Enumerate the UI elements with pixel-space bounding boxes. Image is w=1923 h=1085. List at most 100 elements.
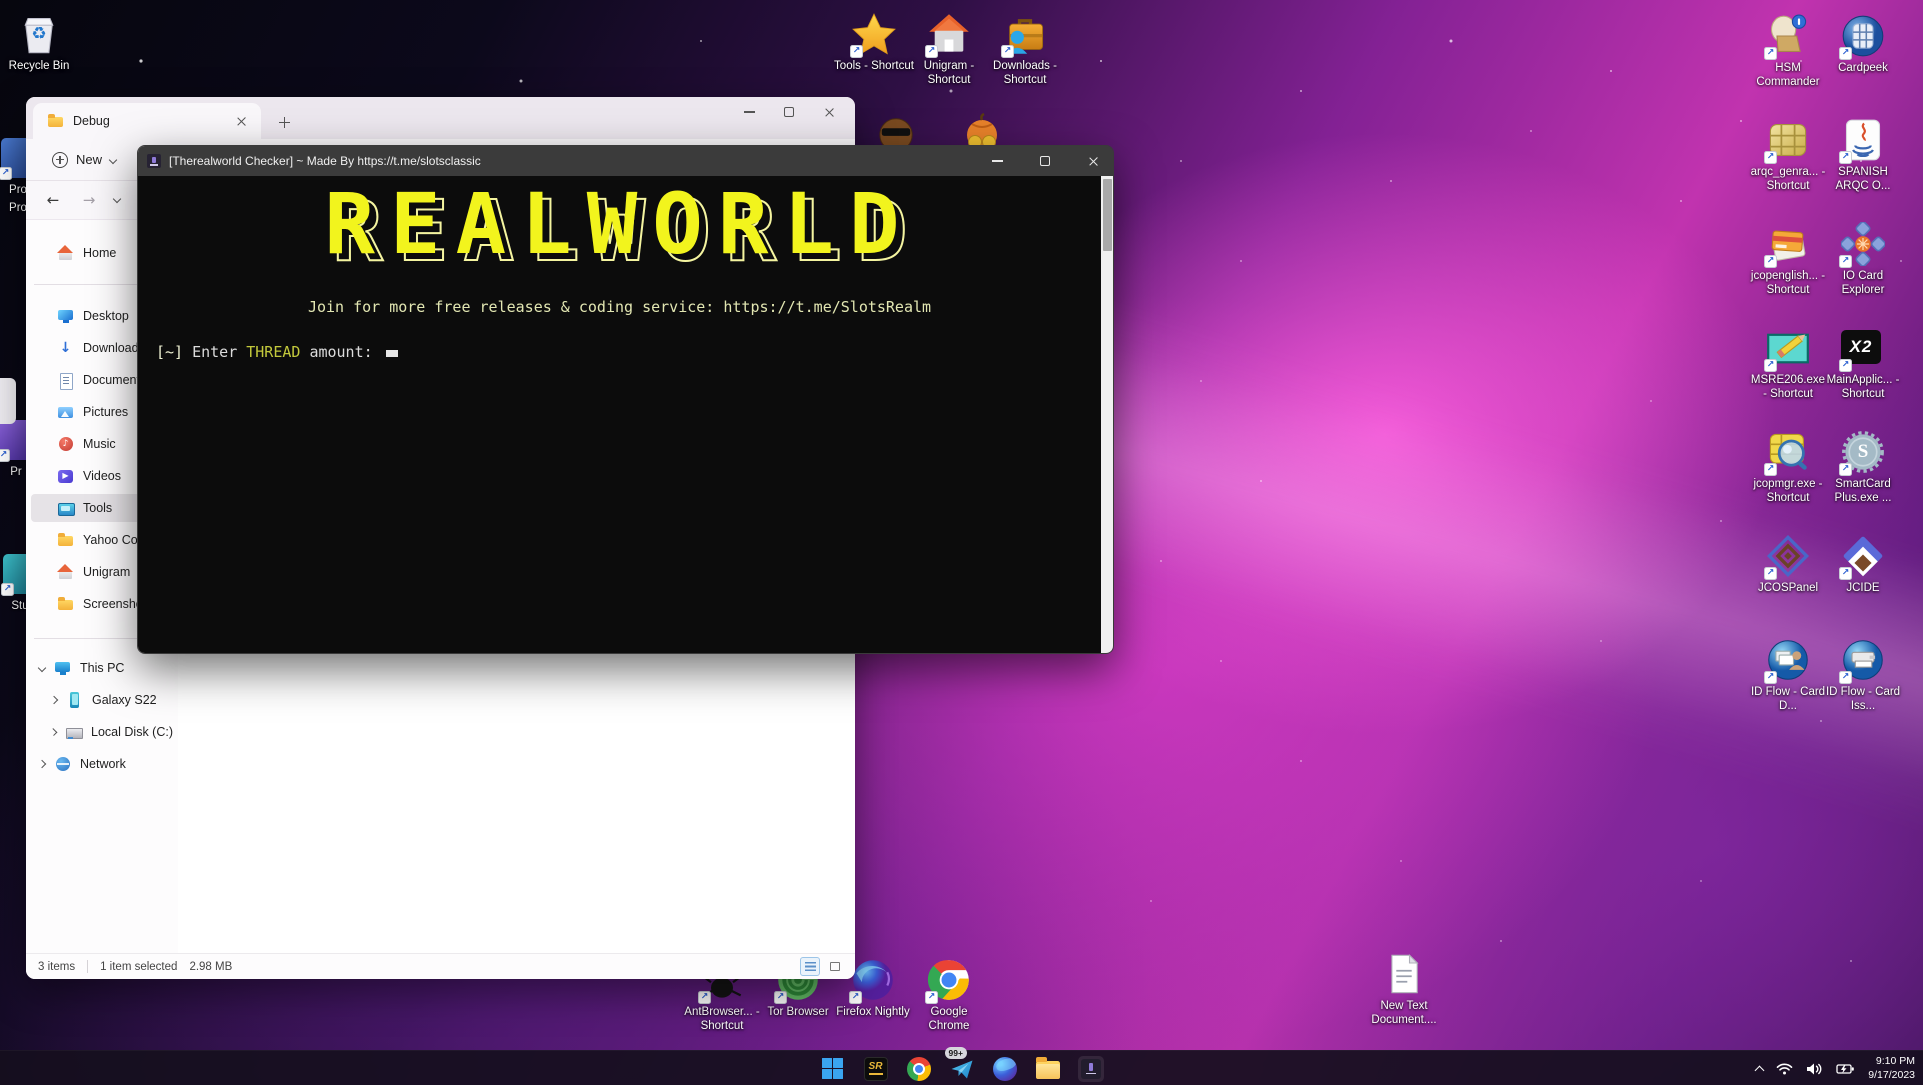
desktop-icon-label: Pro bbox=[9, 184, 27, 196]
desktop-icon-mainapplication[interactable]: X2 ↗ MainApplic... - Shortcut bbox=[1825, 326, 1901, 401]
desktop-icon-label: Unigram - Shortcut bbox=[906, 59, 992, 87]
chevron-right-icon[interactable] bbox=[50, 696, 58, 704]
console-join-line: Join for more free releases & coding ser… bbox=[138, 298, 1101, 316]
desktop-icon-label: MSRE206.exe - Shortcut bbox=[1750, 373, 1826, 401]
chevron-down-icon bbox=[109, 155, 117, 163]
console-window: [Therealworld Checker] ~ Made By https:/… bbox=[137, 145, 1114, 654]
desktop-icon-cardpeek[interactable]: ↗ Cardpeek bbox=[1825, 14, 1901, 75]
chevron-down-icon[interactable] bbox=[38, 664, 46, 672]
wifi-icon[interactable] bbox=[1776, 1062, 1793, 1076]
taskbar-item-sr-app[interactable]: SR bbox=[863, 1056, 889, 1082]
taskbar-clock[interactable]: 9:10 PM 9/17/2023 bbox=[1868, 1055, 1915, 1082]
desktop-icon-arqc-genra[interactable]: ↗ arqc_genra... - Shortcut bbox=[1750, 118, 1826, 193]
chip-magnifier-icon: ↗ bbox=[1766, 430, 1810, 474]
explorer-tab-debug[interactable]: Debug bbox=[33, 103, 261, 139]
console-close-button[interactable] bbox=[1073, 148, 1113, 174]
desktop-icon-downloads-shortcut[interactable]: ↗ Downloads - Shortcut bbox=[982, 12, 1068, 87]
shortcut-arrow-icon: ↗ bbox=[1764, 359, 1777, 372]
start-button[interactable] bbox=[820, 1056, 846, 1082]
sidebar-item-galaxy-s22[interactable]: Galaxy S22 bbox=[31, 686, 173, 714]
battery-charging-icon[interactable] bbox=[1836, 1062, 1855, 1076]
close-button[interactable] bbox=[809, 99, 849, 125]
taskbar-item-firefox[interactable] bbox=[992, 1056, 1018, 1082]
wallpaper-stars bbox=[0, 0, 2, 2]
console-scrollbar[interactable] bbox=[1101, 176, 1113, 653]
desktop-icon-tools-shortcut[interactable]: ↗ Tools - Shortcut bbox=[831, 12, 917, 73]
status-size: 2.98 MB bbox=[189, 961, 232, 973]
tray-overflow-chevron[interactable] bbox=[1755, 1065, 1765, 1075]
desktop-icon-label: Firefox Nightly bbox=[836, 1005, 910, 1019]
io-card-explorer-icon: ↗ bbox=[1841, 222, 1885, 266]
desktop-icon-hsm-commander[interactable]: ↗ HSM Commander bbox=[1750, 14, 1826, 89]
desktop-icon-jcopenglish[interactable]: ↗ jcopenglish... - Shortcut bbox=[1750, 222, 1826, 297]
console-prompt-line: [~]EnterTHREADamount: bbox=[156, 343, 398, 361]
chevron-right-icon[interactable] bbox=[38, 760, 46, 768]
desktop-icon-new-text-document[interactable]: New Text Document.... bbox=[1366, 952, 1442, 1027]
console-output-area[interactable]: REALWORLDREALWORLD Join for more free re… bbox=[138, 176, 1113, 653]
sidebar-item-label: Home bbox=[83, 246, 116, 260]
shortcut-arrow-icon: ↗ bbox=[1839, 359, 1852, 372]
console-minimize-button[interactable] bbox=[977, 148, 1017, 174]
shortcut-arrow-icon: ↗ bbox=[1764, 255, 1777, 268]
volume-icon[interactable] bbox=[1806, 1062, 1823, 1076]
desktop-icon-spanish-arqc[interactable]: ↗ SPANISH ARQC O... bbox=[1825, 118, 1901, 193]
firefox-icon bbox=[993, 1057, 1017, 1081]
sr-app-icon: SR bbox=[864, 1057, 888, 1081]
folder-icon bbox=[57, 532, 74, 549]
sidebar-item-this-pc[interactable]: This PC bbox=[31, 654, 173, 682]
large-icons-view-button[interactable] bbox=[825, 957, 845, 976]
console-titlebar[interactable]: [Therealworld Checker] ~ Made By https:/… bbox=[138, 146, 1113, 176]
firefox-nightly-icon: ↗ bbox=[851, 958, 895, 1002]
java-icon: ↗ bbox=[1841, 118, 1885, 162]
desktop-icon-idflow-design[interactable]: ↗ ID Flow - Card D... bbox=[1750, 638, 1826, 713]
explorer-tabbar[interactable]: Debug bbox=[26, 97, 855, 139]
jcospanel-icon: ↗ bbox=[1766, 534, 1810, 578]
scrollbar-thumb[interactable] bbox=[1103, 179, 1112, 251]
taskbar: SR 99+ 9:10 PM 9/17/2023 bbox=[0, 1050, 1923, 1085]
console-maximize-button[interactable] bbox=[1025, 148, 1065, 174]
taskbar-item-chrome[interactable] bbox=[906, 1056, 932, 1082]
minimize-button[interactable] bbox=[729, 99, 769, 125]
details-view-button[interactable] bbox=[800, 957, 820, 976]
sidebar-item-local-disk-c[interactable]: Local Disk (C:) bbox=[31, 718, 173, 746]
shortcut-arrow-icon: ↗ bbox=[925, 991, 938, 1004]
console-title: [Therealworld Checker] ~ Made By https:/… bbox=[169, 154, 969, 168]
desktop-icon-jcide[interactable]: ↗ JCIDE bbox=[1825, 534, 1901, 595]
new-button-label: New bbox=[76, 152, 102, 167]
desktop-icon-label: SPANISH ARQC O... bbox=[1825, 165, 1901, 193]
taskbar-item-console-active[interactable] bbox=[1078, 1056, 1104, 1082]
ascii-art-text: REALWORLD bbox=[324, 175, 914, 273]
folder-icon bbox=[47, 113, 64, 130]
chevron-right-icon[interactable] bbox=[50, 728, 58, 736]
recent-locations-button[interactable] bbox=[113, 195, 121, 203]
idflow-cards-icon: ↗ bbox=[1766, 638, 1810, 682]
sidebar-item-label: Network bbox=[80, 757, 126, 771]
desktop-icon-label: jcopenglish... - Shortcut bbox=[1750, 269, 1826, 297]
desktop-icon-recycle-bin[interactable]: ♻ Recycle Bin bbox=[1, 12, 77, 73]
tab-close-button[interactable] bbox=[231, 111, 251, 131]
back-button[interactable]: ← bbox=[42, 191, 64, 209]
new-tab-button[interactable] bbox=[271, 109, 297, 135]
chip-icon: ↗ bbox=[1766, 118, 1810, 162]
new-button[interactable]: New bbox=[44, 146, 124, 174]
sidebar-item-label: Unigram bbox=[83, 565, 130, 579]
star-icon: ↗ bbox=[852, 12, 896, 56]
desktop-icon-google-chrome[interactable]: ↗ Google Chrome bbox=[911, 958, 987, 1033]
desktop-icon-io-card-explorer[interactable]: ↗ IO Card Explorer bbox=[1825, 222, 1901, 297]
shortcut-arrow-icon: ↗ bbox=[1, 583, 14, 596]
sidebar-item-network[interactable]: Network bbox=[31, 750, 173, 778]
telegram-icon bbox=[950, 1057, 974, 1081]
disk-icon bbox=[65, 724, 82, 741]
desktop-icon-unigram-shortcut[interactable]: ↗ Unigram - Shortcut bbox=[906, 12, 992, 87]
maximize-button[interactable] bbox=[769, 99, 809, 125]
taskbar-item-file-explorer[interactable] bbox=[1035, 1056, 1061, 1082]
sidebar-item-label: Galaxy S22 bbox=[92, 693, 157, 707]
desktop-icon-idflow-issue[interactable]: ↗ ID Flow - Card Iss... bbox=[1825, 638, 1901, 713]
desktop-icon-jcospanel[interactable]: ↗ JCOSPanel bbox=[1750, 534, 1826, 595]
desktop-icon-jcopmgr[interactable]: ↗ jcopmgr.exe - Shortcut bbox=[1750, 430, 1826, 505]
taskbar-item-telegram[interactable]: 99+ bbox=[949, 1056, 975, 1082]
forward-button[interactable]: → bbox=[78, 191, 100, 209]
desktop-icon-msre206[interactable]: ↗ MSRE206.exe - Shortcut bbox=[1750, 326, 1826, 401]
tools-icon bbox=[57, 500, 74, 517]
desktop-icon-smartcard-plus[interactable]: S ↗ SmartCard Plus.exe ... bbox=[1825, 430, 1901, 505]
